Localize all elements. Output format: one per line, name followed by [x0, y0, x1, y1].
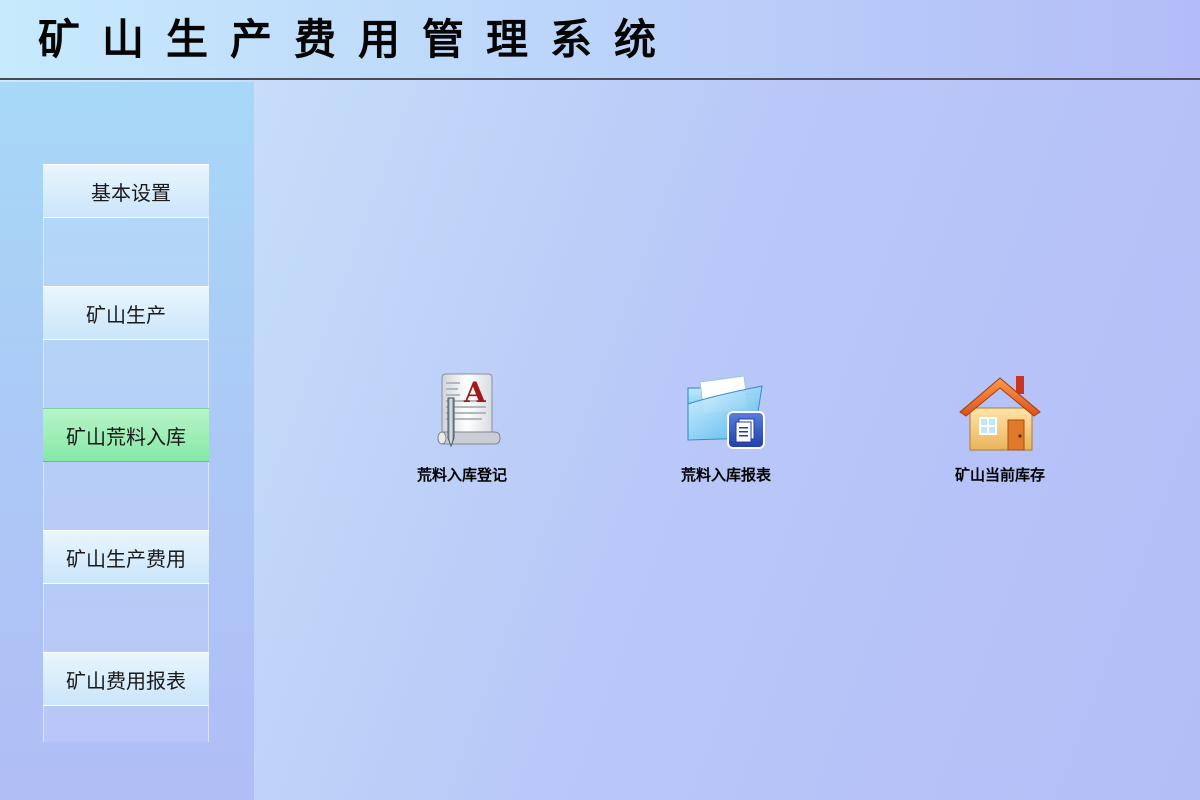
sidebar-item-label: 基本设置 [91, 180, 171, 205]
sidebar-item-production-cost[interactable]: 矿山生产费用 [43, 530, 209, 584]
sidebar-item-label: 矿山荒料入库 [66, 424, 186, 449]
tile-label: 荒料入库报表 [680, 466, 771, 484]
tile-label: 矿山当前库存 [954, 466, 1045, 484]
tile-current-inventory[interactable]: 矿山当前库存 [920, 368, 1080, 498]
app-window: 矿山生产费用管理系统 基本设置 矿山生产 矿山荒料入库 矿山生产费用 矿山费用报… [0, 0, 1200, 800]
tile-raw-stone-report[interactable]: 荒料入库报表 [646, 368, 806, 498]
main-content: A 荒料入库登记 荒料入库报表 矿山当前库存 [254, 82, 1200, 800]
tile-label: 荒料入库登记 [416, 466, 507, 484]
sidebar-item-basic-settings[interactable]: 基本设置 [43, 164, 209, 218]
document-edit-icon: A [437, 373, 501, 448]
sidebar: 基本设置 矿山生产 矿山荒料入库 矿山生产费用 矿山费用报表 [0, 82, 254, 800]
tile-raw-stone-registration[interactable]: A 荒料入库登记 [382, 368, 542, 498]
sidebar-item-raw-stone-inbound[interactable]: 矿山荒料入库 [43, 408, 209, 462]
sidebar-item-label: 矿山生产费用 [66, 546, 186, 571]
folder-report-icon [687, 375, 765, 449]
sidebar-item-label: 矿山费用报表 [66, 668, 186, 693]
sidebar-item-label: 矿山生产 [86, 302, 166, 327]
house-icon [959, 376, 1041, 451]
svg-text:A: A [463, 376, 487, 409]
sidebar-item-mine-production[interactable]: 矿山生产 [43, 286, 209, 340]
header-bar: 矿山生产费用管理系统 [0, 0, 1200, 80]
app-title: 矿山生产费用管理系统 [38, 15, 679, 64]
sidebar-item-cost-report[interactable]: 矿山费用报表 [43, 652, 209, 706]
